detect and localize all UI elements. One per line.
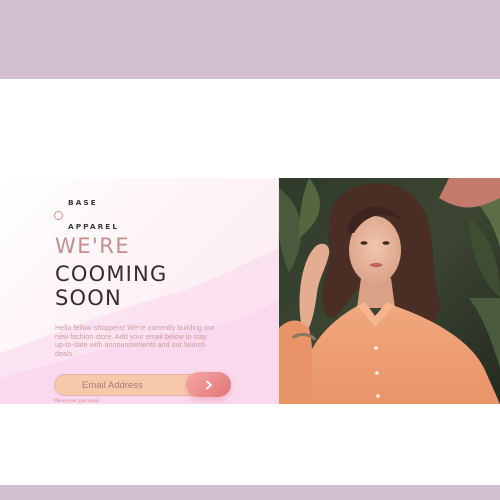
arrow-right-icon (205, 380, 212, 389)
background-wave (0, 248, 279, 404)
hero-photo (279, 178, 500, 404)
heading-line-2: COOMING (55, 262, 168, 286)
email-input[interactable] (82, 378, 202, 392)
submit-button[interactable] (186, 372, 231, 397)
logo-circle-icon (54, 210, 63, 220)
hero-photo-illustration (279, 178, 500, 404)
left-panel: BASE APPAREL WE'RE COOMING SOON Hello fe… (0, 178, 279, 404)
landing-page: BASE APPAREL WE'RE COOMING SOON Hello fe… (0, 178, 500, 404)
description-text: Hello fellow shoppers! We're currently b… (55, 323, 215, 358)
top-frame-band (0, 0, 500, 79)
bottom-frame-band (0, 485, 500, 500)
logo-line-1: BASE (68, 198, 98, 207)
email-hint-text: Plese enter your email (54, 398, 99, 403)
heading-line-3: SOON (55, 286, 122, 310)
logo-line-2: APPAREL (68, 222, 120, 231)
heading-light: WE'RE (55, 234, 131, 258)
